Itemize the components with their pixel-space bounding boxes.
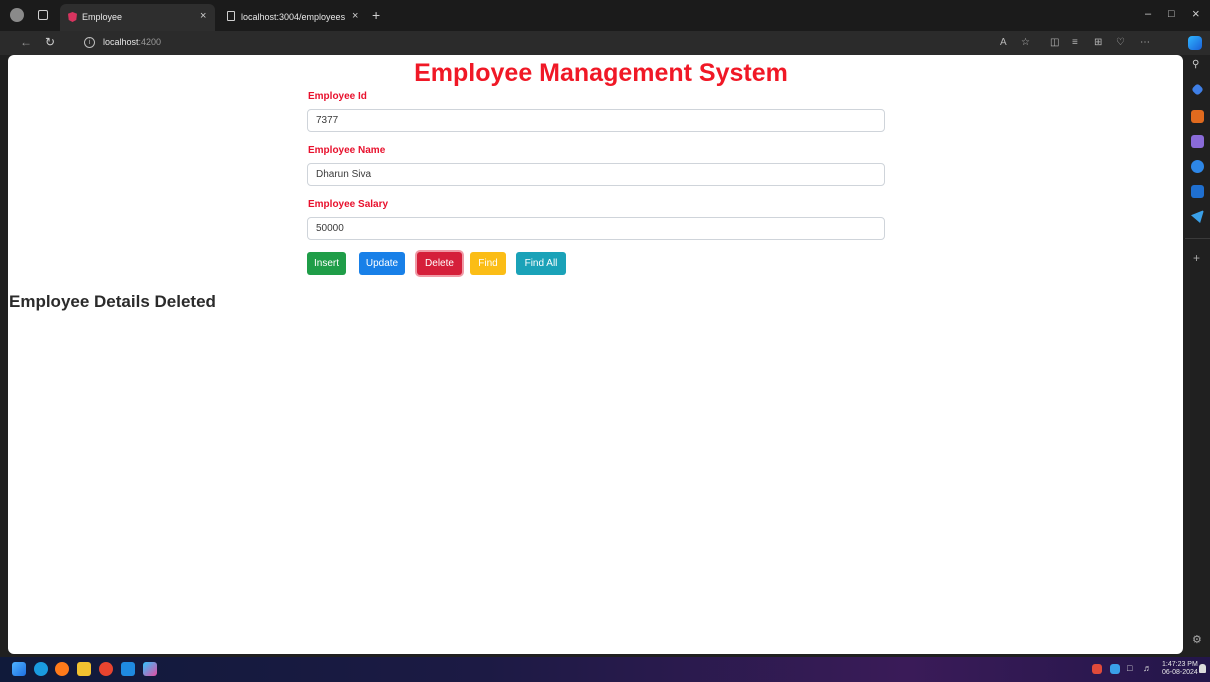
notification-bell-icon[interactable] (1199, 664, 1206, 673)
web-page: Employee Management System Employee Id E… (8, 55, 1183, 654)
employee-salary-label: Employee Salary (308, 199, 389, 210)
tab-localhost-employees[interactable]: localhost:3004/employees × (219, 4, 369, 31)
delete-button[interactable]: Delete (417, 252, 462, 275)
screen: Employee × localhost:3004/employees × + … (0, 0, 1210, 682)
favorites-list-icon[interactable]: ≡ (1072, 37, 1078, 48)
tab-employee[interactable]: Employee × (60, 4, 215, 31)
minimize-icon[interactable]: – (1145, 8, 1151, 20)
address-bar[interactable]: i localhost:4200 (72, 34, 972, 52)
copilot-icon[interactable] (1188, 36, 1202, 50)
tab-actions-icon[interactable] (38, 10, 48, 20)
favorite-star-icon[interactable]: ☆ (1021, 37, 1030, 48)
employee-id-input[interactable] (307, 109, 885, 132)
tab-label: localhost:3004/employees (241, 12, 346, 22)
sidebar-divider (1185, 238, 1210, 239)
firefox-icon[interactable] (55, 662, 69, 676)
sidebar-search-icon[interactable]: ⚲ (1192, 59, 1199, 70)
network-icon[interactable]: □ (1127, 663, 1132, 673)
outlook-icon[interactable] (1191, 185, 1204, 198)
microsoft-365-icon[interactable] (1191, 160, 1204, 173)
back-arrow-icon[interactable]: ← (20, 35, 32, 49)
reload-icon[interactable]: ↻ (45, 35, 55, 49)
clock-date: 06-08-2024 (1162, 669, 1198, 676)
edge-sidebar: ⚲ + ⚙ (1185, 55, 1210, 657)
url-host: localhost (103, 37, 139, 47)
read-aloud-icon[interactable]: A (1000, 37, 1007, 48)
new-tab-button[interactable]: + (372, 7, 380, 23)
status-message: Employee Details Deleted (9, 292, 216, 311)
update-button[interactable]: Update (359, 252, 405, 275)
volume-icon[interactable]: ♬ (1143, 663, 1152, 673)
browser-tab-bar: Employee × localhost:3004/employees × + … (0, 0, 1210, 31)
tray-app-icon[interactable] (1092, 664, 1102, 674)
taskbar-clock[interactable]: 1:47:23 PM 06-08-2024 (1162, 661, 1198, 677)
close-window-icon[interactable]: × (1192, 6, 1200, 21)
split-screen-icon[interactable]: ◫ (1050, 37, 1059, 48)
profile-avatar-icon[interactable] (10, 8, 24, 22)
tab-label: Employee (82, 12, 123, 22)
page-favicon-icon (227, 11, 235, 21)
employee-salary-input[interactable] (307, 217, 885, 240)
windows-taskbar: □ ♬ 1:47:23 PM 06-08-2024 (0, 657, 1210, 682)
address-bar-row: ← ↻ i localhost:4200 A ☆ ◫ ≡ ⊞ ♡ ⋯ (0, 31, 1210, 55)
find-all-button[interactable]: Find All (516, 252, 566, 275)
close-tab-icon[interactable]: × (352, 10, 358, 22)
page-title: Employee Management System (414, 59, 788, 87)
restore-icon[interactable]: □ (1168, 8, 1175, 20)
angular-favicon-icon (68, 12, 77, 22)
file-explorer-icon[interactable] (77, 662, 91, 676)
chrome-icon[interactable] (99, 662, 113, 676)
edge-browser-icon[interactable] (34, 662, 48, 676)
vscode-icon[interactable] (121, 662, 135, 676)
find-button[interactable]: Find (470, 252, 506, 275)
employee-id-label: Employee Id (308, 91, 367, 102)
games-icon[interactable] (1191, 135, 1204, 148)
windows-start-icon[interactable] (12, 662, 26, 676)
more-options-icon[interactable]: ⋯ (1140, 37, 1150, 48)
tools-briefcase-icon[interactable] (1191, 110, 1204, 123)
employee-name-input[interactable] (307, 163, 885, 186)
sidebar-settings-gear-icon[interactable]: ⚙ (1192, 633, 1202, 646)
collections-icon[interactable]: ⊞ (1094, 37, 1102, 48)
drop-send-icon[interactable] (1191, 210, 1204, 223)
site-info-icon[interactable]: i (84, 37, 95, 48)
browser-essentials-icon[interactable]: ♡ (1116, 37, 1125, 48)
clock-time: 1:47:23 PM (1162, 661, 1198, 668)
close-tab-icon[interactable]: × (200, 10, 206, 22)
tray-app-icon[interactable] (1110, 664, 1120, 674)
url-text: localhost:4200 (103, 37, 161, 47)
add-sidebar-app-icon[interactable]: + (1193, 251, 1200, 265)
insert-button[interactable]: Insert (307, 252, 346, 275)
url-port: :4200 (138, 37, 162, 47)
copilot-app-icon[interactable] (143, 662, 157, 676)
employee-name-label: Employee Name (308, 145, 386, 156)
shopping-tag-icon[interactable] (1191, 83, 1204, 96)
